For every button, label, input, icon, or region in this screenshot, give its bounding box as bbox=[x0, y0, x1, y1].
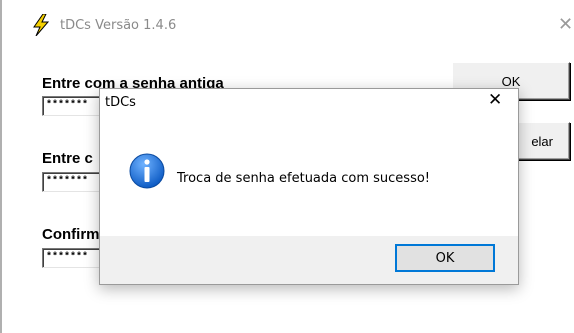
confirm-password-label: Confirm bbox=[42, 226, 100, 243]
info-icon bbox=[129, 153, 165, 189]
dialog-close-button[interactable]: ✕ bbox=[488, 90, 502, 110]
form-ok-label: OK bbox=[501, 73, 521, 89]
lightning-bolt-icon bbox=[33, 14, 50, 36]
dialog-title: tDCs bbox=[105, 95, 136, 110]
form-cancel-label: elar bbox=[531, 133, 553, 149]
new-password-label: Entre c bbox=[42, 150, 93, 167]
dialog-message: Troca de senha efetuada com sucesso! bbox=[177, 171, 431, 186]
title-bar: tDCs Versão 1.4.6 ✕ bbox=[2, 0, 574, 58]
window-close-button[interactable]: ✕ bbox=[558, 14, 573, 35]
dialog-ok-label: OK bbox=[435, 250, 455, 266]
message-dialog: tDCs ✕ Troca de senha efetuada com suces… bbox=[99, 88, 519, 285]
dialog-ok-button[interactable]: OK bbox=[395, 244, 495, 272]
window-title: tDCs Versão 1.4.6 bbox=[60, 18, 177, 33]
